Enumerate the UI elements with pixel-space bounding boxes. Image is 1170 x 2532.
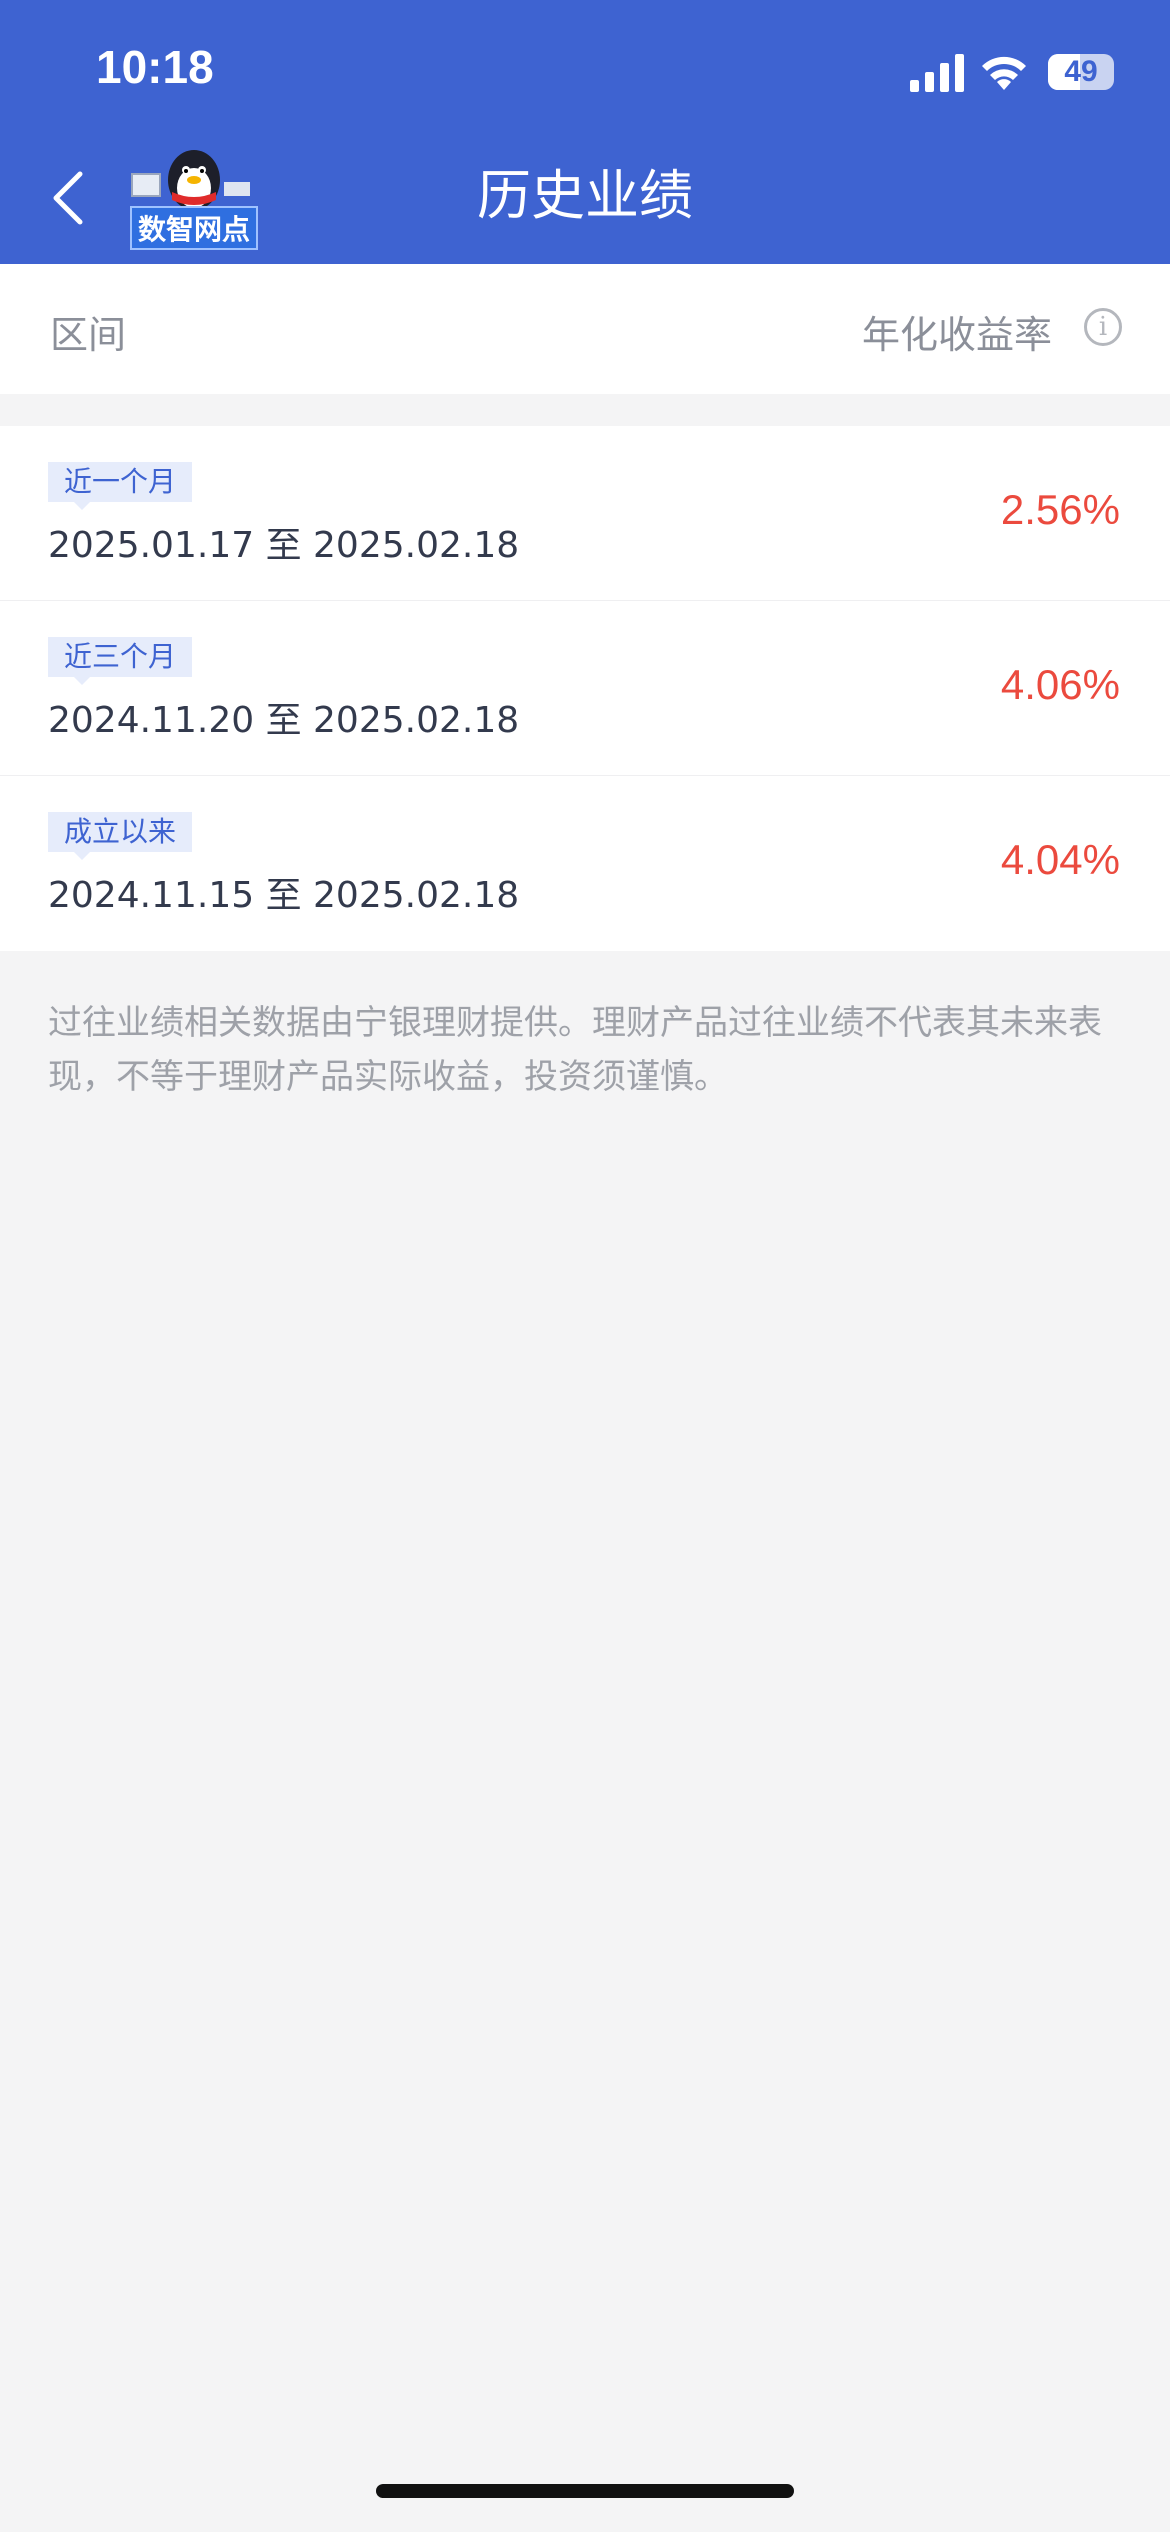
performance-list: 近一个月 2025.01.17 至 2025.02.18 2.56% 近三个月 …	[0, 426, 1170, 951]
header-bar: 10:18 49 数智网点 历史业绩	[0, 0, 1170, 264]
date-range: 2024.11.20 至 2025.02.18	[48, 700, 520, 741]
annualized-rate: 4.04%	[1000, 836, 1120, 883]
period-tag: 近三个月	[48, 637, 193, 685]
list-item: 成立以来 2024.11.15 至 2025.02.18 4.04%	[0, 776, 1170, 951]
disclaimer-text: 过往业绩相关数据由宁银理财提供。理财产品过往业绩不代表其未来表现，不等于理财产品…	[48, 1003, 1102, 1097]
wifi-icon	[982, 56, 1026, 90]
date-range: 2025.01.17 至 2025.02.18	[48, 525, 520, 566]
list-item: 近三个月 2024.11.20 至 2025.02.18 4.06%	[0, 601, 1170, 776]
column-header: 区间 年化收益率 i	[0, 264, 1170, 394]
status-time: 10:18	[96, 41, 214, 93]
signal-icon	[910, 54, 964, 92]
annualized-rate: 4.06%	[1000, 661, 1120, 708]
date-range: 2024.11.15 至 2025.02.18	[48, 875, 520, 916]
period-tag: 近一个月	[48, 462, 193, 510]
period-tag: 成立以来	[48, 812, 193, 860]
page-title: 历史业绩	[477, 164, 693, 227]
battery-percent: 49	[1064, 55, 1098, 88]
column-rate-label: 年化收益率	[861, 313, 1052, 357]
column-period-label: 区间	[50, 313, 127, 357]
battery-icon: 49	[1048, 54, 1114, 90]
annualized-rate: 2.56%	[1000, 486, 1120, 533]
list-item: 近一个月 2025.01.17 至 2025.02.18 2.56%	[0, 426, 1170, 601]
home-indicator[interactable]	[376, 2484, 794, 2498]
info-icon[interactable]: i	[1084, 308, 1122, 346]
